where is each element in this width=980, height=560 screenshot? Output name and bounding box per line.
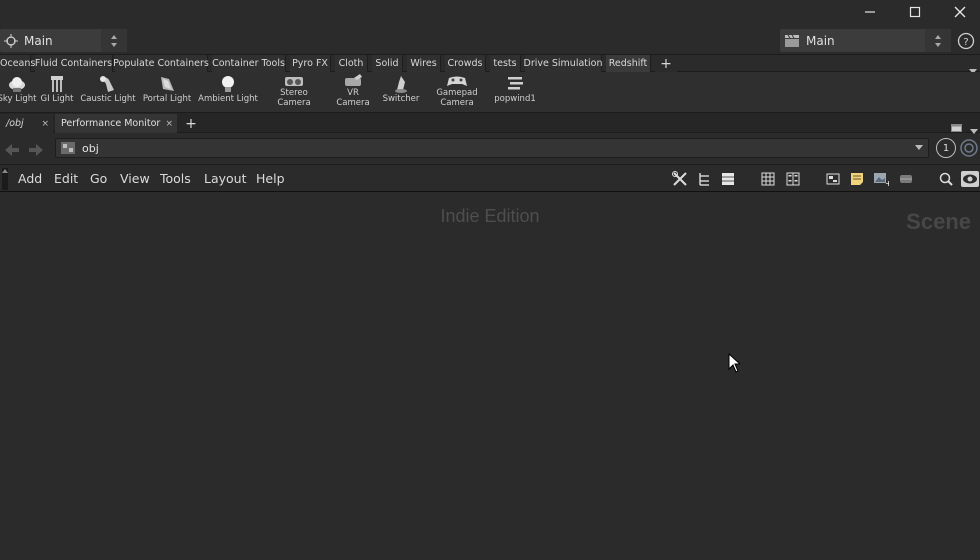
minimize-icon xyxy=(865,11,875,13)
portal-light-icon xyxy=(161,77,174,91)
link-target-icon[interactable] xyxy=(959,138,979,162)
network-box-icon[interactable] xyxy=(824,170,842,188)
tool-portal-light[interactable]: Portal Light xyxy=(141,74,193,104)
sticky-note-icon[interactable] xyxy=(848,170,866,188)
updown-arrows-icon[interactable] xyxy=(101,29,127,52)
maximize-icon xyxy=(909,6,921,18)
switcher-icon xyxy=(395,76,407,93)
shelf-tab-drive-simulation[interactable]: Drive Simulation xyxy=(524,55,602,72)
desktop-selector-right[interactable]: Main xyxy=(780,29,951,52)
tool-gamepad-camera[interactable]: Gamepad Camera xyxy=(434,74,480,108)
pane-tabs: /obj × Performance Monitor × + xyxy=(0,113,980,134)
add-pane-tab-button[interactable]: + xyxy=(182,114,200,133)
popwind-icon xyxy=(508,77,523,90)
menu-view[interactable]: View xyxy=(120,165,150,192)
search-icon[interactable] xyxy=(937,170,955,188)
tool-caustic-light[interactable]: Caustic Light xyxy=(80,74,136,104)
menu-go[interactable]: Go xyxy=(90,165,107,192)
sky-light-icon xyxy=(9,77,25,92)
chevron-down-icon[interactable] xyxy=(915,145,923,151)
desktop-selector-left[interactable]: Main xyxy=(0,29,127,52)
add-shelf-button[interactable]: + xyxy=(655,55,677,72)
desktop-name-left: Main xyxy=(24,33,53,48)
gamepad-camera-icon xyxy=(447,76,467,86)
tool-gi-light[interactable]: GI Light xyxy=(40,74,74,104)
menu-add[interactable]: Add xyxy=(18,165,42,192)
list-view-icon[interactable] xyxy=(719,170,737,188)
close-tab-icon[interactable]: × xyxy=(41,119,49,129)
path-value: obj xyxy=(82,141,99,155)
shelf-tab-redshift[interactable]: Redshift xyxy=(606,55,651,72)
network-menubar: Add Edit Go View Tools Layout Help + xyxy=(0,164,980,192)
tool-vr-camera[interactable]: VR Camera xyxy=(334,74,372,108)
desktop-name-right: Main xyxy=(806,33,835,48)
context-label: Scene xyxy=(906,209,971,234)
desktop-row: Main Main ? xyxy=(0,27,980,54)
shelf-tab-populate-containers[interactable]: Populate Containers xyxy=(113,55,209,72)
shelf-tab-solid[interactable]: Solid xyxy=(372,55,403,72)
updown-arrows-icon[interactable] xyxy=(925,29,951,52)
close-button[interactable] xyxy=(940,0,980,24)
menu-edit[interactable]: Edit xyxy=(54,165,78,192)
caustic-light-icon xyxy=(100,76,114,92)
tool-popwind1[interactable]: popwind1 xyxy=(492,74,538,104)
tree-view-icon[interactable] xyxy=(695,170,713,188)
close-tab-icon[interactable]: × xyxy=(165,119,173,129)
clapperboard-icon xyxy=(785,34,799,47)
network-node-icon xyxy=(61,142,75,154)
menu-tools[interactable]: Tools xyxy=(160,165,191,192)
tool-switcher[interactable]: Switcher xyxy=(381,74,421,104)
close-icon xyxy=(954,6,966,18)
eye-icon[interactable] xyxy=(961,170,979,188)
maximize-button[interactable] xyxy=(895,0,935,24)
shelf-tab-cloth[interactable]: Cloth xyxy=(335,55,368,72)
menu-layout[interactable]: Layout xyxy=(204,165,247,192)
gi-light-icon xyxy=(51,76,63,92)
dot-network-icon[interactable] xyxy=(897,170,915,188)
tile-view-icon[interactable] xyxy=(784,170,802,188)
shelf-tab-oceans[interactable]: Oceans xyxy=(0,55,35,72)
stereo-camera-icon xyxy=(285,77,303,86)
add-image-icon[interactable]: + xyxy=(872,170,890,188)
svg-text:+: + xyxy=(885,179,889,186)
pane-tab-performance-monitor[interactable]: Performance Monitor × xyxy=(55,114,177,133)
grid-view-icon[interactable] xyxy=(759,170,777,188)
ambient-light-icon xyxy=(222,76,234,92)
mouse-cursor-icon xyxy=(728,352,742,377)
shelf-tab-tests[interactable]: tests xyxy=(490,55,521,72)
vr-camera-icon xyxy=(345,74,362,86)
path-bar: obj 1 xyxy=(0,135,980,161)
tool-stereo-camera[interactable]: Stereo Camera xyxy=(274,74,314,108)
pane-tab-obj[interactable]: /obj × xyxy=(0,114,53,133)
wrench-icon[interactable] xyxy=(671,170,689,188)
shelf-tab-wires[interactable]: Wires xyxy=(407,55,441,72)
shelf-tab-pyro-fx[interactable]: Pyro FX xyxy=(290,55,331,72)
svg-text:?: ? xyxy=(963,37,968,48)
shelf-tab-container-tools[interactable]: Container Tools xyxy=(212,55,286,72)
menu-help[interactable]: Help xyxy=(256,165,285,192)
back-arrow-icon[interactable] xyxy=(5,141,19,160)
minimize-button[interactable] xyxy=(850,0,890,24)
edition-watermark: Indie Edition xyxy=(440,206,540,226)
help-icon[interactable]: ? xyxy=(956,31,976,55)
target-icon xyxy=(4,33,18,48)
title-bar xyxy=(0,0,980,26)
shelf-tab-fluid-containers[interactable]: Fluid Containers xyxy=(35,55,113,72)
forward-arrow-icon[interactable] xyxy=(29,141,43,160)
shelf-tab-crowds[interactable]: Crowds xyxy=(445,55,486,72)
pane-handle[interactable] xyxy=(2,168,8,190)
shelf-tools: Sky Light GI Light Caustic Light Portal … xyxy=(0,72,980,113)
pin-badge[interactable]: 1 xyxy=(935,137,957,163)
network-editor[interactable]: Indie Edition Scene xyxy=(0,192,980,560)
path-field[interactable]: obj xyxy=(55,138,929,158)
tool-sky-light[interactable]: Sky Light xyxy=(0,74,36,104)
shelf-tabs: Oceans Fluid Containers Populate Contain… xyxy=(0,54,980,74)
tool-ambient-light[interactable]: Ambient Light xyxy=(198,74,258,104)
